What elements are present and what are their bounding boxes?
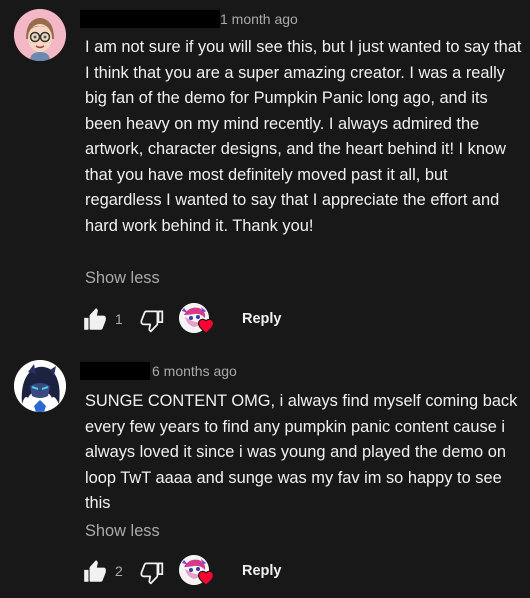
thumbs-up-icon[interactable]: [82, 559, 108, 585]
creator-heart-icon[interactable]: [179, 303, 215, 337]
creator-heart-icon[interactable]: [179, 555, 215, 589]
thumbs-up-icon[interactable]: [82, 307, 108, 333]
like-count: 2: [115, 563, 123, 579]
avatar[interactable]: [14, 9, 66, 61]
comment-timestamp[interactable]: 6 months ago: [152, 362, 237, 380]
thumbs-down-icon[interactable]: [139, 559, 165, 585]
author-name-redacted[interactable]: [80, 362, 150, 380]
thumbs-down-icon[interactable]: [139, 307, 165, 333]
avatar[interactable]: [14, 360, 66, 412]
heart-icon: [197, 317, 215, 335]
comment-actions: 2 Reply: [82, 555, 382, 587]
comment-actions: 1 Reply: [82, 303, 382, 335]
comment-text: I am not sure if you will see this, but …: [85, 38, 522, 235]
comment-text: SUNGE CONTENT OMG, i always find myself …: [85, 392, 518, 512]
heart-icon: [197, 569, 215, 587]
dark-haired-character-avatar-icon: [14, 360, 66, 412]
like-count: 1: [115, 311, 123, 327]
reply-button[interactable]: Reply: [242, 562, 282, 580]
comment-timestamp[interactable]: 1 month ago: [220, 10, 298, 28]
comment-thread: 1 month ago I am not sure if you will se…: [0, 0, 530, 345]
show-less-button[interactable]: Show less: [85, 520, 160, 542]
reply-button[interactable]: Reply: [242, 310, 282, 328]
comment-thread: 6 months ago SUNGE CONTENT OMG, i always…: [0, 350, 530, 598]
show-less-button[interactable]: Show less: [85, 267, 160, 289]
cartoon-glasses-avatar-icon: [14, 9, 66, 61]
author-name-redacted[interactable]: [80, 10, 220, 28]
